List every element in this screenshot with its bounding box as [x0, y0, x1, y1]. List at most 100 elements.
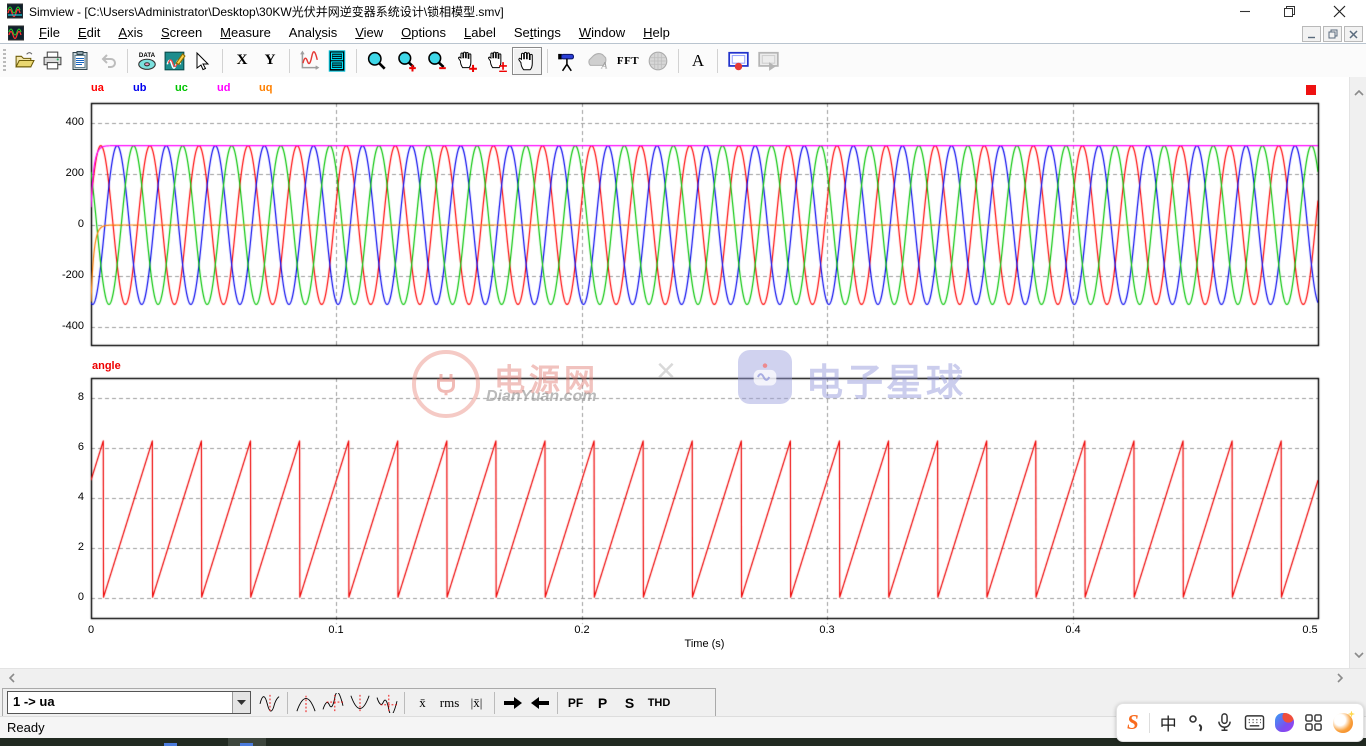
menu-label[interactable]: Label — [455, 23, 505, 42]
menu-bar: File Edit Axis Screen Measure Analysis V… — [0, 22, 1366, 43]
abs-average-label: |x̄| — [471, 695, 483, 711]
average-button[interactable]: x̄ — [409, 691, 436, 715]
real-power-button[interactable]: P — [589, 691, 616, 715]
screens-icon — [326, 50, 348, 72]
microphone-icon[interactable] — [1215, 712, 1234, 733]
edit-properties-button[interactable] — [161, 47, 189, 75]
legend-ud: ud — [217, 82, 230, 95]
place-label-button[interactable]: A — [583, 47, 613, 75]
menu-help[interactable]: Help — [634, 23, 679, 42]
measure-cursor-button[interactable] — [256, 691, 283, 715]
zoom-button[interactable] — [362, 47, 392, 75]
curve-select-combobox[interactable]: 1 -> ua — [7, 691, 251, 714]
measure-button[interactable] — [553, 47, 583, 75]
toolbar-grip — [3, 49, 6, 73]
close-button[interactable] — [1322, 0, 1356, 22]
paste-button[interactable] — [66, 47, 94, 75]
mdi-restore-icon — [1328, 29, 1338, 39]
power-factor-button[interactable]: PF — [562, 691, 589, 715]
screen-red-dot-button[interactable] — [723, 47, 753, 75]
x-tick: 0.5 — [1288, 624, 1332, 637]
dropdown-arrow-icon — [237, 700, 246, 705]
window-title: Simview - [C:\Users\Administrator\Deskto… — [29, 3, 504, 20]
emoji-icon[interactable] — [1333, 713, 1353, 733]
local-max-button[interactable] — [319, 691, 346, 715]
menu-axis[interactable]: Axis — [109, 23, 152, 42]
x-axis-button[interactable]: X — [228, 47, 256, 75]
skin-icon[interactable] — [1275, 713, 1294, 732]
next-point-right-button[interactable] — [499, 691, 526, 715]
printer-icon — [42, 50, 63, 71]
menu-measure[interactable]: Measure — [211, 23, 280, 42]
merge-screen-hand-button[interactable] — [482, 47, 512, 75]
menu-edit[interactable]: Edit — [69, 23, 109, 42]
minimize-icon — [1239, 5, 1251, 17]
menu-window[interactable]: Window — [570, 23, 634, 42]
y-axis-button[interactable]: Y — [256, 47, 284, 75]
combobox-dropdown-button[interactable] — [232, 692, 250, 713]
split-screens-button[interactable] — [323, 47, 351, 75]
restore-button[interactable] — [1272, 0, 1306, 22]
soft-keyboard-icon[interactable] — [1244, 713, 1265, 732]
thd-label: THD — [648, 697, 671, 709]
add-screen-hand-button[interactable] — [452, 47, 482, 75]
mdi-close-button[interactable] — [1344, 26, 1363, 42]
clipboard-icon — [70, 50, 90, 71]
data-disc-icon: DATA — [136, 50, 158, 72]
y-tick: 200 — [50, 167, 84, 180]
scroll-up-button[interactable] — [1351, 85, 1366, 100]
waveform-plot-area[interactable] — [0, 77, 1349, 668]
zoom-in-button[interactable] — [392, 47, 422, 75]
p-label: P — [598, 695, 607, 711]
sogou-logo-icon[interactable]: S — [1127, 710, 1139, 735]
toolbar-separator — [678, 49, 679, 73]
scroll-left-button[interactable] — [4, 670, 19, 685]
open-file-button[interactable] — [10, 47, 38, 75]
print-button[interactable] — [38, 47, 66, 75]
x-tick: 0 — [69, 624, 113, 637]
rescale-curve-button[interactable] — [295, 47, 323, 75]
y-tick: 6 — [50, 441, 84, 454]
select-arrow-button[interactable] — [189, 47, 217, 75]
toolbox-grid-icon[interactable] — [1304, 713, 1323, 732]
global-max-button[interactable] — [292, 691, 319, 715]
toolbar-separator — [222, 49, 223, 73]
screen-red-dot-icon — [727, 50, 750, 72]
punctuation-icon[interactable] — [1187, 713, 1205, 733]
mdi-restore-button[interactable] — [1323, 26, 1342, 42]
x-tick: 0.2 — [560, 624, 604, 637]
thd-button[interactable]: THD — [643, 691, 675, 715]
apparent-power-button[interactable]: S — [616, 691, 643, 715]
menu-analysis[interactable]: Analysis — [280, 23, 346, 42]
rms-button[interactable]: rms — [436, 691, 463, 715]
zoom-out-button[interactable] — [422, 47, 452, 75]
menu-view[interactable]: View — [346, 23, 392, 42]
local-min-button[interactable] — [373, 691, 400, 715]
menu-file[interactable]: File — [30, 23, 69, 42]
pf-label: PF — [568, 696, 583, 710]
mdi-window-controls — [1302, 26, 1363, 42]
global-min-button[interactable] — [346, 691, 373, 715]
scroll-right-button[interactable] — [1332, 670, 1347, 685]
horizontal-scrollbar[interactable] — [0, 668, 1366, 687]
document-icon — [8, 25, 24, 41]
rms-label: rms — [440, 695, 460, 711]
next-point-left-button[interactable] — [526, 691, 553, 715]
mdi-minimize-button[interactable] — [1302, 26, 1321, 42]
abs-average-button[interactable]: |x̄| — [463, 691, 490, 715]
undo-button[interactable] — [94, 47, 122, 75]
scroll-down-button[interactable] — [1351, 647, 1366, 662]
fft-button[interactable]: FFT — [613, 47, 643, 75]
pan-hand-button[interactable] — [512, 47, 542, 75]
vertical-scrollbar[interactable] — [1349, 77, 1366, 668]
menu-options[interactable]: Options — [392, 23, 455, 42]
minimize-button[interactable] — [1228, 0, 1262, 22]
menu-settings[interactable]: Settings — [505, 23, 570, 42]
data-button[interactable]: DATA — [133, 47, 161, 75]
chinese-mode-button[interactable]: 中 — [1160, 710, 1177, 735]
sphere-button[interactable] — [643, 47, 673, 75]
menu-screen[interactable]: Screen — [152, 23, 211, 42]
screen-export-button[interactable] — [753, 47, 783, 75]
status-text: Ready — [7, 720, 45, 735]
add-text-button[interactable]: A — [684, 47, 712, 75]
